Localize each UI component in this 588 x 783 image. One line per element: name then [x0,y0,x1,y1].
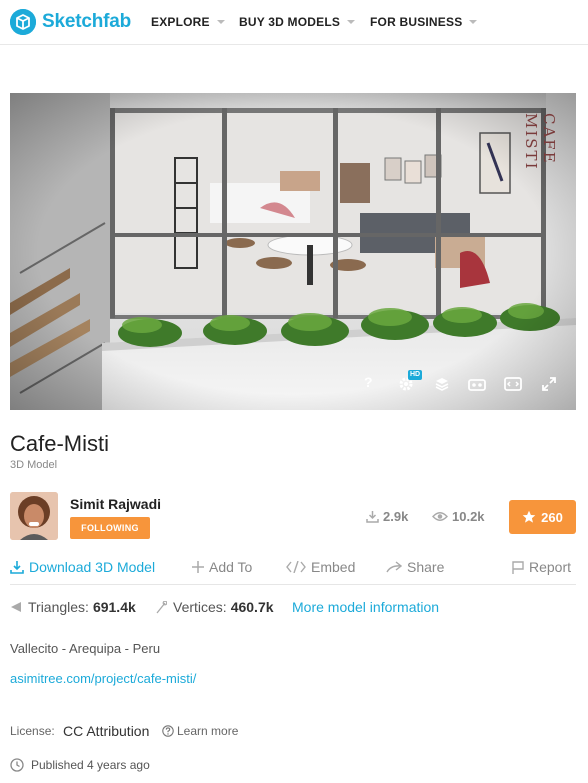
vertices-label: Vertices: [173,599,227,615]
theater-mode-icon [504,377,522,391]
clock-icon [10,758,24,772]
download-icon [366,511,379,523]
share-button[interactable]: Share [386,559,444,575]
fullscreen-button[interactable] [541,376,557,392]
download-count-value: 2.9k [383,509,409,524]
chevron-down-icon [347,20,356,24]
settings-button[interactable]: HD [398,370,424,392]
embed-label: Embed [311,559,356,575]
author-avatar[interactable] [10,492,58,540]
chevron-down-icon [469,20,478,24]
view-count: 10.2k [432,509,485,524]
add-to-label: Add To [209,559,253,575]
share-icon [386,561,402,573]
nav-explore-label: EXPLORE [151,15,210,29]
viewer-watermark: CAFE MISTI [522,113,558,171]
triangles-label: Triangles: [28,599,89,615]
learn-more-link[interactable]: Learn more [162,724,238,738]
hd-badge: HD [408,370,423,380]
vertices-value: 460.7k [230,599,274,615]
more-model-information-link[interactable]: More model information [292,599,439,615]
view-count-value: 10.2k [452,509,485,524]
top-navigation-bar: Sketchfab EXPLORE BUY 3D MODELS FOR BUSI… [0,0,588,45]
report-label: Report [529,559,572,575]
vr-icon [468,379,486,391]
following-button[interactable]: FOLLOWING [70,517,150,539]
model-url-link[interactable]: asimitree.com/project/cafe-misti/ [10,671,196,686]
code-icon [286,561,306,573]
like-count: 260 [541,509,563,525]
add-to-button[interactable]: Add To [192,559,252,575]
fullscreen-icon [542,377,556,391]
nav-explore[interactable]: EXPLORE [151,15,225,29]
flag-icon [512,560,524,574]
eye-icon [432,512,448,521]
model-preview-render [10,93,576,410]
report-button[interactable]: Report [512,559,571,575]
theater-mode-button[interactable] [504,377,522,391]
layers-icon [435,378,449,391]
star-icon [522,510,536,523]
triangles-value: 691.4k [92,599,136,615]
plus-icon [192,561,204,573]
triangle-icon [11,602,21,612]
vr-button[interactable] [468,378,486,391]
help-icon: ? [364,374,373,390]
download-icon [10,561,24,574]
embed-button[interactable]: Embed [286,559,355,575]
chevron-down-icon [216,20,225,24]
author-name[interactable]: Simit Rajwadi [70,496,161,512]
learn-more-label: Learn more [177,724,239,738]
triangles-info: Triangles: 691.4k [10,599,136,615]
model-title: Cafe-Misti [10,431,110,456]
help-button[interactable]: ? [364,374,378,392]
published-label: Published 4 years ago [31,758,150,772]
nav-buy-3d-models[interactable]: BUY 3D MODELS [239,15,356,29]
nav-for-business[interactable]: FOR BUSINESS [370,15,478,29]
download-count: 2.9k [366,509,408,524]
avatar-image [10,492,58,540]
help-circle-icon [162,725,174,737]
section-divider [10,584,576,585]
download-label: Download 3D Model [29,559,156,575]
share-label: Share [407,559,445,575]
layers-button[interactable] [434,376,450,392]
license-label: License: [10,724,55,738]
nav-buy-label: BUY 3D MODELS [239,15,341,29]
download-3d-model-button[interactable]: Download 3D Model [10,559,155,575]
vertices-info: Vertices: 460.7k [155,599,274,615]
model-description: Vallecito - Arequipa - Peru [10,641,161,656]
model-viewer[interactable]: CAFE MISTI ? HD [10,93,576,410]
license-name[interactable]: CC Attribution [63,723,149,739]
nav-business-label: FOR BUSINESS [370,15,463,29]
vertex-icon [156,600,167,613]
brand-name: Sketchfab [42,11,132,32]
sketchfab-logo-icon [10,9,36,35]
like-button[interactable]: 260 [509,500,576,534]
sketchfab-logo[interactable]: Sketchfab [10,9,131,35]
model-type-label: 3D Model [10,459,58,471]
published-date: Published 4 years ago [10,758,150,772]
